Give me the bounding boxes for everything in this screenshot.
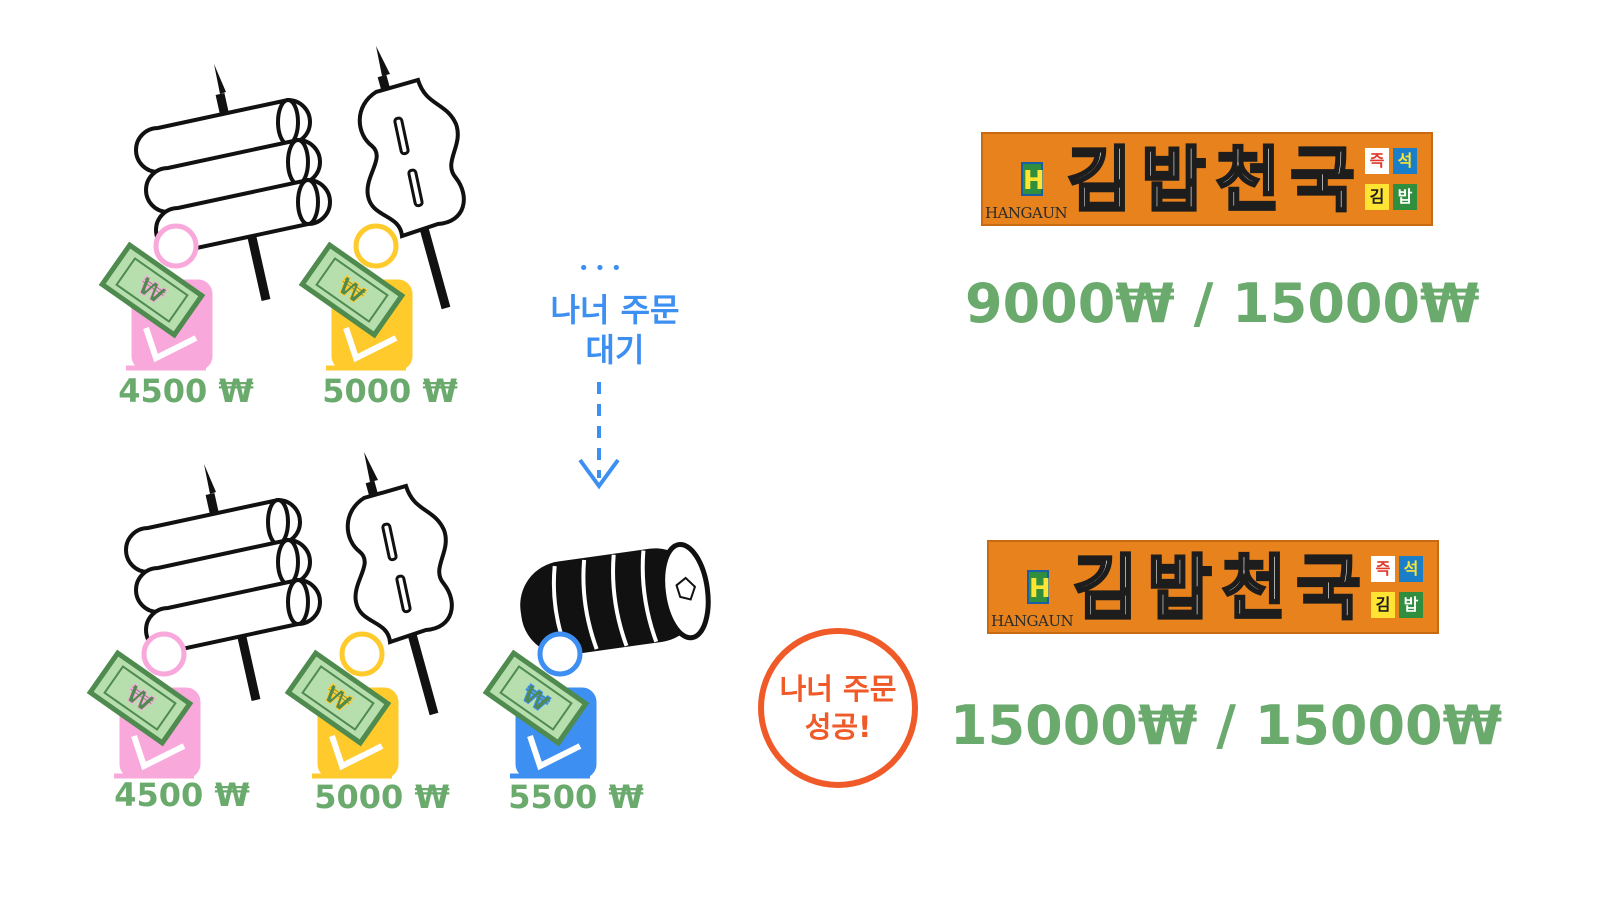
price-label: 4500 ₩ xyxy=(118,372,254,410)
order-total: 9000₩ / 15000₩ xyxy=(965,272,1480,335)
restaurant-sign: H HANGAUN 김밥천국 즉 석 김 밥 xyxy=(981,132,1433,226)
sign-brand-small: HANGAUN xyxy=(991,612,1074,630)
person-icon xyxy=(500,626,620,786)
wait-dots: • • • xyxy=(578,258,622,279)
dashed-down-arrow-icon xyxy=(578,382,620,490)
price-label: 5000 ₩ xyxy=(322,372,458,410)
price-label: 5000 ₩ xyxy=(314,778,450,816)
sign-tag: 김 xyxy=(1365,184,1389,210)
price-label: 5500 ₩ xyxy=(508,778,644,816)
sign-brand-title: 김밥천국 xyxy=(1072,546,1371,631)
person-icon xyxy=(302,626,422,786)
restaurant-sign: H HANGAUN 김밥천국 즉 석 김 밥 xyxy=(987,540,1439,634)
sign-tag: 석 xyxy=(1393,148,1417,174)
person-icon xyxy=(316,218,436,378)
hangaun-logo-icon: H xyxy=(1027,570,1051,604)
wait-message-line: 나너 주문 xyxy=(550,291,680,329)
success-message-line: 성공! xyxy=(804,710,872,744)
sign-brand-title: 김밥천국 xyxy=(1066,138,1365,223)
hangaun-logo-icon: H xyxy=(1021,162,1045,196)
sign-tag: 밥 xyxy=(1399,592,1423,618)
sign-tag: 김 xyxy=(1371,592,1395,618)
order-success-badge: 나너 주문 성공! xyxy=(758,628,918,788)
order-total: 15000₩ / 15000₩ xyxy=(950,694,1503,757)
success-message-line: 나너 주문 xyxy=(779,672,897,706)
price-label: 4500 ₩ xyxy=(114,776,250,814)
person-icon xyxy=(104,626,224,786)
sign-tag: 석 xyxy=(1399,556,1423,582)
person-icon xyxy=(116,218,236,378)
sign-tag: 즉 xyxy=(1365,148,1389,174)
sign-tag: 밥 xyxy=(1393,184,1417,210)
sign-brand-small: HANGAUN xyxy=(985,204,1068,222)
wait-message-line: 대기 xyxy=(585,331,645,369)
sign-tag: 즉 xyxy=(1371,556,1395,582)
wait-message: 나너 주문 대기 xyxy=(500,290,730,370)
